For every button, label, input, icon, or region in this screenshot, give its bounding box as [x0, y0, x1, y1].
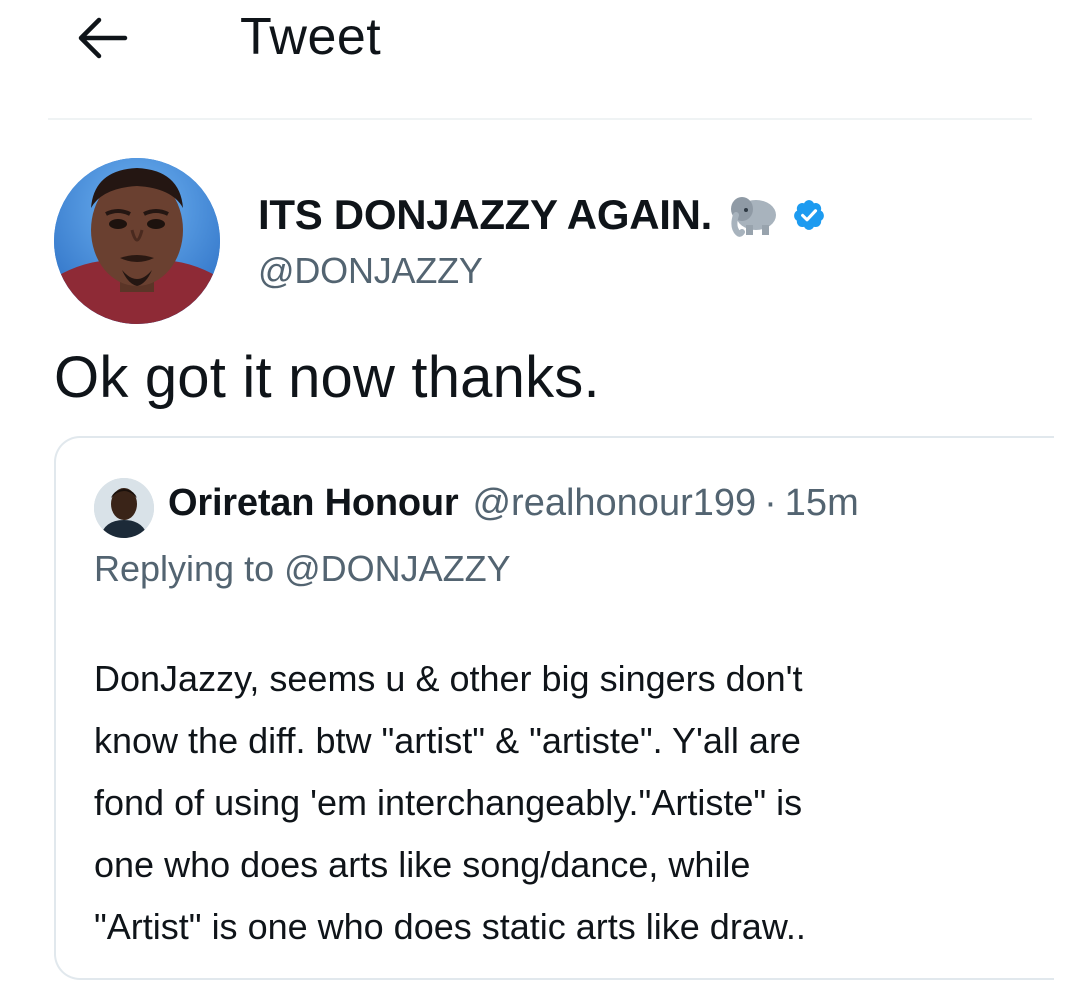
arrow-left-icon — [78, 17, 128, 59]
back-button[interactable] — [70, 8, 134, 68]
quoted-author-avatar[interactable] — [94, 478, 154, 538]
quoted-text-line: "Artist" is one who does static arts lik… — [94, 906, 806, 947]
header-divider — [48, 118, 1032, 120]
quoted-timestamp[interactable]: 15m — [785, 482, 859, 525]
top-app-bar: Tweet — [0, 0, 1080, 118]
replying-to-label: Replying to @DONJAZZY — [94, 548, 511, 589]
elephant-icon — [731, 197, 777, 237]
quoted-avatar-image — [94, 478, 154, 538]
quoted-author-name[interactable]: Oriretan Honour — [168, 482, 459, 525]
author-handle[interactable]: @DONJAZZY — [258, 250, 483, 292]
page-title: Tweet — [240, 8, 382, 66]
quoted-text-line: fond of using 'em interchangeably."Artis… — [94, 782, 803, 823]
dot-separator: · — [764, 482, 777, 524]
quoted-tweet-text: DonJazzy, seems u & other big singers do… — [94, 648, 1046, 958]
author-name-row: ITS DONJAZZY AGAIN. — [258, 190, 826, 240]
author-name[interactable]: ITS DONJAZZY AGAIN. — [258, 191, 712, 239]
quoted-text-line: one who does arts like song/dance, while — [94, 844, 751, 885]
author-avatar[interactable] — [54, 158, 220, 324]
quoted-text-line: DonJazzy, seems u & other big singers do… — [94, 658, 803, 699]
quoted-tweet-card[interactable]: Oriretan Honour @realhonour199 · 15m Rep… — [54, 436, 1054, 980]
verified-badge-icon — [794, 200, 824, 230]
quoted-text-line: know the diff. btw "artist" & "artiste".… — [94, 720, 801, 761]
quoted-tweet-header: Oriretan Honour @realhonour199 · 15m — [168, 482, 859, 525]
quoted-author-handle[interactable]: @realhonour199 — [472, 482, 756, 525]
avatar-image — [54, 158, 220, 324]
tweet-text: Ok got it now thanks. — [54, 345, 600, 410]
